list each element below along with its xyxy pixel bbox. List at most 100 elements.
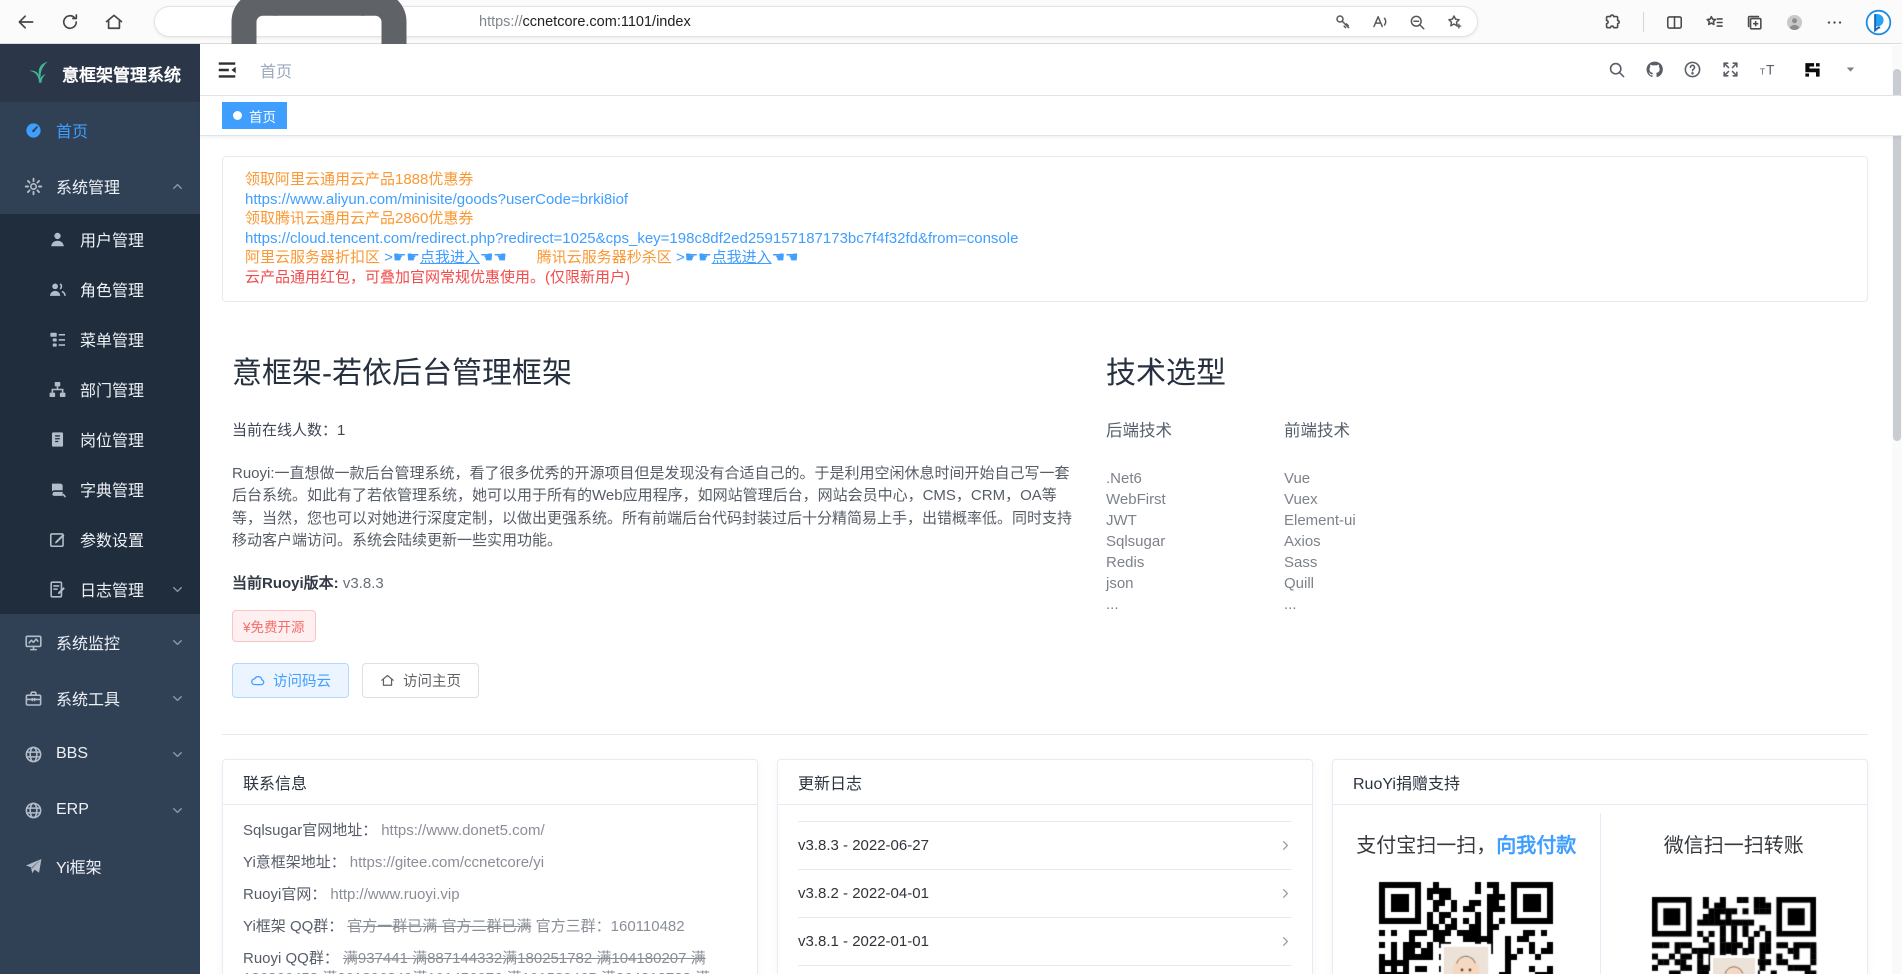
- changelog-item[interactable]: v3.8.1 - 2022-01-01: [798, 918, 1292, 966]
- sidebar-item-user-management[interactable]: 用户管理: [0, 214, 200, 264]
- notice-link[interactable]: ☚☚: [480, 249, 507, 266]
- collections-icon[interactable]: [1745, 13, 1764, 32]
- donate-card: RuoYi捐赠支持 支付宝扫一扫，向我付款 微信扫一扫转账: [1332, 759, 1868, 974]
- contact-value: https://gitee.com/ccnetcore/yi: [350, 854, 544, 871]
- split-screen-icon[interactable]: [1665, 13, 1684, 32]
- svg-text:T: T: [1766, 62, 1774, 77]
- more-menu-icon[interactable]: [1825, 13, 1844, 32]
- menu-tree-icon: [48, 330, 67, 349]
- page-title: 意框架-若依后台管理框架: [232, 348, 1078, 392]
- app-title: 意框架管理系统: [62, 61, 181, 86]
- tab-label: 首页: [249, 106, 276, 126]
- tech-item: ...: [1284, 594, 1356, 615]
- notice-link[interactable]: https://www.aliyun.com/minisite/goods?us…: [245, 191, 628, 208]
- font-size-icon[interactable]: TT: [1759, 60, 1778, 79]
- wechat-qr-code: [1635, 880, 1833, 974]
- browser-back-icon[interactable]: [16, 12, 36, 32]
- tab-首页[interactable]: 首页: [222, 102, 287, 129]
- chevron-down-icon: [171, 692, 184, 705]
- notice-link[interactable]: 点我进入: [420, 249, 480, 266]
- changelog-version: v3.8.1 - 2022-01-01: [798, 933, 929, 950]
- book-icon: [48, 480, 67, 499]
- page-content: 领取阿里云通用云产品1888优惠券 https://www.aliyun.com/…: [200, 136, 1902, 974]
- chevron-down-icon[interactable]: [1841, 60, 1860, 79]
- sidebar-item-label: 菜单管理: [80, 327, 144, 351]
- sidebar-item-label: 系统管理: [56, 174, 120, 198]
- favorites-icon[interactable]: [1705, 13, 1724, 32]
- gear-icon: [24, 177, 43, 196]
- notice-line: 领取阿里云通用云产品1888优惠券: [245, 170, 1845, 190]
- visit-gitee-button[interactable]: 访问码云: [232, 663, 349, 698]
- sidebar-submenu: 用户管理角色管理菜单管理部门管理岗位管理字典管理参数设置日志管理: [0, 214, 200, 614]
- help-icon[interactable]: [1683, 60, 1702, 79]
- browser-refresh-icon[interactable]: [60, 12, 80, 32]
- changelog-item[interactable]: v3.8.3 - 2022-06-27: [798, 822, 1292, 870]
- sidebar-item-system-monitor[interactable]: 系统监控: [0, 614, 200, 670]
- read-aloud-icon[interactable]: [1371, 13, 1389, 31]
- sidebar: 意框架管理系统 首页系统管理用户管理角色管理菜单管理部门管理岗位管理字典管理参数…: [0, 44, 200, 974]
- section-divider: [222, 734, 1868, 735]
- tech-title: 技术选型: [1106, 348, 1356, 392]
- sidebar-item-dept-management[interactable]: 部门管理: [0, 364, 200, 414]
- user-avatar[interactable]: [1803, 60, 1822, 79]
- sidebar-item-log-management[interactable]: 日志管理: [0, 564, 200, 614]
- notice-link[interactable]: https://cloud.tencent.com/redirect.php?r…: [245, 230, 1018, 247]
- sidebar-item-erp[interactable]: ERP: [0, 782, 200, 838]
- url-text[interactable]: https://ccnetcore.com:1101/index: [479, 14, 1324, 30]
- sidebar-item-label: 首页: [56, 118, 88, 142]
- favorite-add-icon[interactable]: [1445, 13, 1463, 31]
- cloud-icon: [250, 673, 265, 688]
- leaf-logo-icon: [26, 60, 52, 86]
- version-line: 当前Ruoyi版本: v3.8.3: [232, 572, 1078, 593]
- copilot-icon[interactable]: [1865, 9, 1892, 36]
- address-bar[interactable]: https://ccnetcore.com:1101/index: [154, 6, 1478, 37]
- fullscreen-icon[interactable]: [1721, 60, 1740, 79]
- changelog-item[interactable]: v3.8.2 - 2022-04-01: [798, 870, 1292, 918]
- sitemap-icon: [48, 380, 67, 399]
- sidebar-item-param-settings[interactable]: 参数设置: [0, 514, 200, 564]
- zoom-out-icon[interactable]: [1408, 13, 1426, 31]
- breadcrumb[interactable]: 首页: [260, 58, 292, 82]
- notice-line: 领取腾讯云通用云产品2860优惠券: [245, 209, 1845, 229]
- extensions-icon[interactable]: [1603, 13, 1622, 32]
- notice-text: 领取阿里云通用云产品1888优惠券: [245, 171, 473, 188]
- wechat-title: 微信扫一扫转账: [1664, 829, 1804, 858]
- chevron-down-icon: [171, 636, 184, 649]
- sidebar-item-bbs[interactable]: BBS: [0, 726, 200, 782]
- contact-label: Ruoyi官网：: [243, 886, 326, 903]
- password-icon[interactable]: [1334, 13, 1352, 31]
- page-scrollbar[interactable]: [1892, 45, 1902, 974]
- sidebar-item-label: 系统工具: [56, 686, 120, 710]
- changelog-version: v3.8.3 - 2022-06-27: [798, 837, 929, 854]
- sidebar-toggle-icon[interactable]: [216, 59, 238, 81]
- toolbox-icon: [24, 689, 43, 708]
- search-icon[interactable]: [1607, 60, 1626, 79]
- changelog-item[interactable]: v3.8.0 - 2021-12-01: [798, 966, 1292, 974]
- sidebar-item-label: ERP: [56, 801, 89, 819]
- notice-text: 腾讯云服务器秒杀区: [537, 249, 676, 266]
- browser-home-icon[interactable]: [104, 12, 124, 32]
- sidebar-item-system-tools[interactable]: 系统工具: [0, 670, 200, 726]
- button-label: 访问主页: [403, 670, 461, 691]
- github-icon[interactable]: [1645, 60, 1664, 79]
- alipay-pay-link[interactable]: 向我付款: [1496, 835, 1576, 857]
- sidebar-item-role-management[interactable]: 角色管理: [0, 264, 200, 314]
- notice-link[interactable]: ☚☚: [772, 249, 799, 266]
- tech-item: WebFirst: [1106, 489, 1172, 510]
- notice-link[interactable]: >☛☛: [384, 249, 420, 266]
- tech-item: Quill: [1284, 573, 1356, 594]
- notice-link[interactable]: 点我进入: [712, 249, 772, 266]
- contact-label: Yi框架 QQ群：: [243, 918, 343, 935]
- sidebar-item-post-management[interactable]: 岗位管理: [0, 414, 200, 464]
- sidebar-item-yi-framework[interactable]: Yi框架: [0, 838, 200, 894]
- contact-value: http://www.ruoyi.vip: [330, 886, 459, 903]
- notice-text: 领取腾讯云通用云产品2860优惠券: [245, 210, 473, 227]
- sidebar-item-dict-management[interactable]: 字典管理: [0, 464, 200, 514]
- notice-link[interactable]: >☛☛: [676, 249, 712, 266]
- badge-icon: [48, 430, 67, 449]
- profile-avatar[interactable]: [1785, 13, 1804, 32]
- changelog-version: v3.8.2 - 2022-04-01: [798, 885, 929, 902]
- visit-homepage-button[interactable]: 访问主页: [362, 663, 479, 698]
- home-icon: [380, 673, 395, 688]
- sidebar-item-menu-management[interactable]: 菜单管理: [0, 314, 200, 364]
